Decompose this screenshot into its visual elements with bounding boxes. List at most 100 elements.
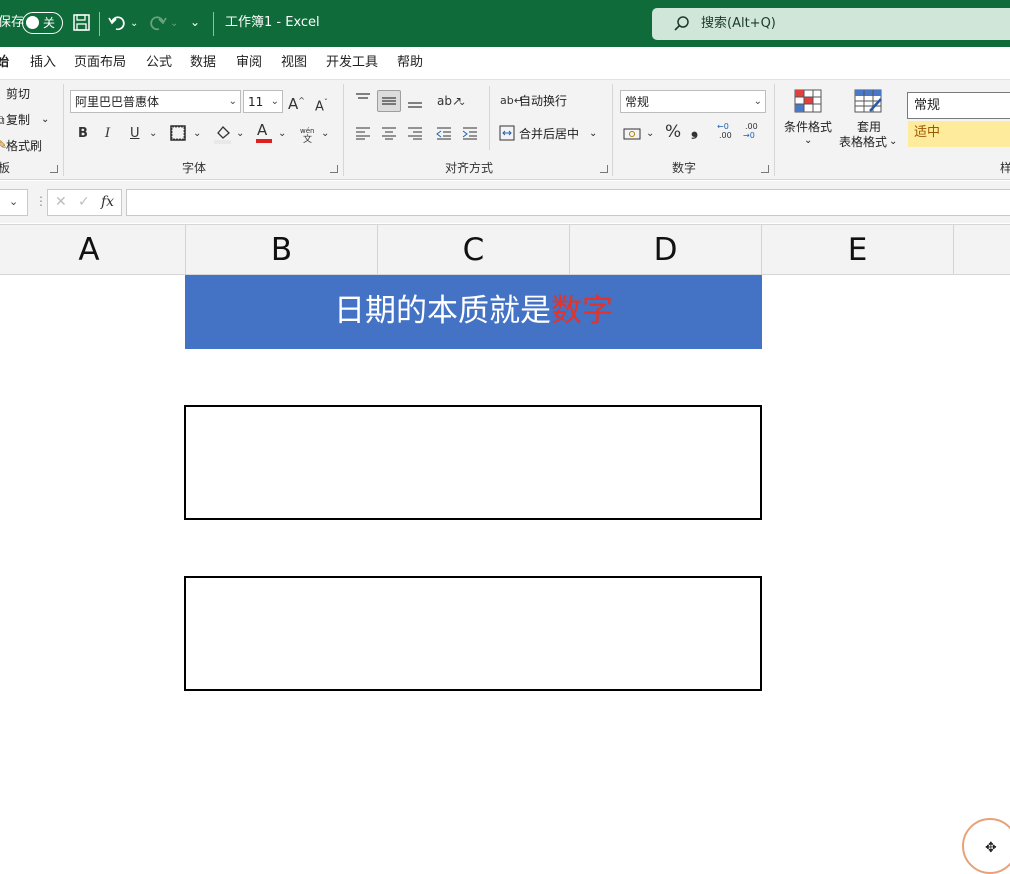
conditional-formatting-icon (794, 89, 822, 113)
undo-icon[interactable] (108, 13, 128, 33)
align-bottom-icon[interactable] (407, 95, 423, 109)
column-header-c[interactable]: C (378, 225, 570, 275)
undo-dropdown-icon[interactable]: ⌄ (130, 15, 138, 33)
search-placeholder: 搜索(Alt+Q) (701, 16, 776, 31)
save-icon[interactable] (73, 14, 90, 31)
font-launcher-icon[interactable] (330, 165, 338, 173)
increase-indent-icon[interactable] (462, 126, 478, 140)
column-label: C (462, 232, 485, 268)
column-header-b[interactable]: B (186, 225, 378, 275)
underline-dropdown-icon[interactable]: ⌄ (149, 126, 157, 142)
borders-dropdown-icon[interactable]: ⌄ (193, 126, 201, 142)
format-painter-button[interactable]: 格式刷 (6, 138, 42, 154)
italic-button[interactable]: I (105, 126, 110, 142)
accounting-format-icon[interactable] (623, 126, 643, 142)
formula-bar-splitter-icon[interactable]: ⋮ (35, 193, 47, 209)
merge-center-icon (499, 125, 515, 141)
column-header-a[interactable]: A (0, 225, 186, 275)
cancel-icon[interactable]: ✕ (55, 194, 67, 210)
number-format-select[interactable]: 常规 ⌄ (620, 90, 766, 113)
tab-formulas[interactable]: 公式 (146, 54, 172, 72)
enter-icon[interactable]: ✓ (78, 194, 90, 210)
font-color-button[interactable]: A (257, 122, 267, 138)
accounting-dropdown-icon[interactable]: ⌄ (646, 126, 654, 142)
formula-input[interactable] (126, 189, 1010, 216)
decrease-decimal-top: .00 (745, 122, 758, 131)
align-middle-icon (382, 97, 396, 105)
align-center-icon[interactable] (381, 126, 397, 140)
merge-center-button[interactable]: 合并后居中 (519, 126, 579, 142)
align-left-icon[interactable] (355, 126, 371, 140)
tab-help[interactable]: 帮助 (397, 54, 423, 72)
alignment-group-label: 对齐方式 (445, 161, 494, 175)
fill-color-icon[interactable] (213, 123, 233, 145)
merge-dropdown-icon[interactable]: ⌄ (589, 126, 597, 142)
tab-page-layout[interactable]: 页面布局 (74, 54, 126, 72)
format-as-table-dropdown-icon[interactable]: ⌄ (889, 134, 897, 150)
tab-view[interactable]: 视图 (281, 54, 307, 72)
insert-function-button[interactable]: fx (101, 193, 114, 211)
search-icon (674, 16, 689, 31)
clipboard-launcher-icon[interactable] (50, 165, 58, 173)
cut-button[interactable]: 剪切 (6, 86, 30, 102)
search-box[interactable]: 搜索(Alt+Q) (652, 8, 1010, 40)
orientation-dropdown-icon[interactable]: ⌄ (458, 95, 466, 111)
number-launcher-icon[interactable] (761, 165, 769, 173)
borders-icon[interactable] (170, 125, 186, 141)
name-box[interactable]: ⌄ (0, 189, 28, 216)
bold-button[interactable]: B (78, 126, 88, 142)
font-size-select[interactable]: 11 ⌄ (243, 90, 283, 113)
increase-decimal-button[interactable]: .00 (719, 131, 732, 140)
tab-developer[interactable]: 开发工具 (326, 54, 378, 72)
wrap-text-button[interactable]: 自动换行 (519, 93, 567, 109)
underline-button[interactable]: U (130, 126, 140, 142)
font-name-select[interactable]: 阿里巴巴普惠体 ⌄ (70, 90, 241, 113)
title-bar: 保存 关 ⌄ ⌄ ⌄ 工作簿1 - Excel 搜索(Alt+Q) (0, 0, 1010, 47)
style-normal-label: 常规 (914, 98, 941, 113)
fill-color-dropdown-icon[interactable]: ⌄ (236, 126, 244, 142)
banner-highlight-text: 数字 (551, 293, 613, 329)
tab-home[interactable]: 始 (0, 54, 9, 72)
empty-box-bottom[interactable] (184, 576, 762, 691)
autosave-toggle[interactable]: 关 (22, 12, 63, 34)
customize-toolbar-icon[interactable]: ⌄ (190, 13, 200, 31)
separator (489, 86, 490, 150)
font-group-label: 字体 (182, 161, 207, 175)
decrease-indent-icon[interactable] (436, 126, 452, 140)
column-header-e[interactable]: E (762, 225, 954, 275)
align-top-icon[interactable] (355, 92, 371, 106)
format-as-table-icon (854, 89, 882, 113)
autosave-toggle-state: 关 (43, 16, 56, 30)
move-cursor-icon: ✥ (985, 840, 997, 856)
copy-button[interactable]: 复制 (6, 112, 30, 128)
phonetic-guide-button[interactable]: 文 (303, 132, 312, 148)
document-title: 工作簿1 - Excel (225, 15, 320, 30)
align-right-icon[interactable] (407, 126, 423, 140)
banner-text: 日期的本质就是数字 (185, 292, 762, 330)
title-banner[interactable]: 日期的本质就是数字 (185, 275, 762, 349)
column-label: E (847, 232, 868, 268)
increase-font-size-icon[interactable]: A^ (288, 93, 305, 112)
separator (774, 84, 775, 176)
align-middle-button[interactable] (377, 90, 401, 112)
decrease-font-size-icon[interactable]: Aˇ (315, 95, 328, 115)
conditional-formatting-dropdown-icon[interactable]: ⌄ (804, 133, 812, 149)
font-color-swatch (256, 139, 272, 143)
format-as-table-button[interactable]: 表格格式 (839, 134, 887, 150)
percent-button[interactable]: % (665, 124, 681, 141)
column-header-row: A B C D E (0, 224, 1010, 275)
empty-box-top[interactable] (184, 405, 762, 520)
tab-data[interactable]: 数据 (190, 54, 216, 72)
separator (99, 12, 100, 36)
style-neutral[interactable]: 适中 (908, 121, 1010, 147)
alignment-launcher-icon[interactable] (600, 165, 608, 173)
style-normal[interactable]: 常规 (907, 92, 1010, 119)
comma-style-button[interactable]: ❟ (691, 121, 698, 139)
column-header-d[interactable]: D (570, 225, 762, 275)
font-color-dropdown-icon[interactable]: ⌄ (278, 126, 286, 142)
phonetic-dropdown-icon[interactable]: ⌄ (321, 126, 329, 142)
decrease-decimal-button[interactable]: →0 (743, 131, 755, 140)
tab-insert[interactable]: 插入 (30, 54, 56, 72)
tab-review[interactable]: 审阅 (236, 54, 262, 72)
copy-dropdown-icon[interactable]: ⌄ (41, 112, 49, 128)
